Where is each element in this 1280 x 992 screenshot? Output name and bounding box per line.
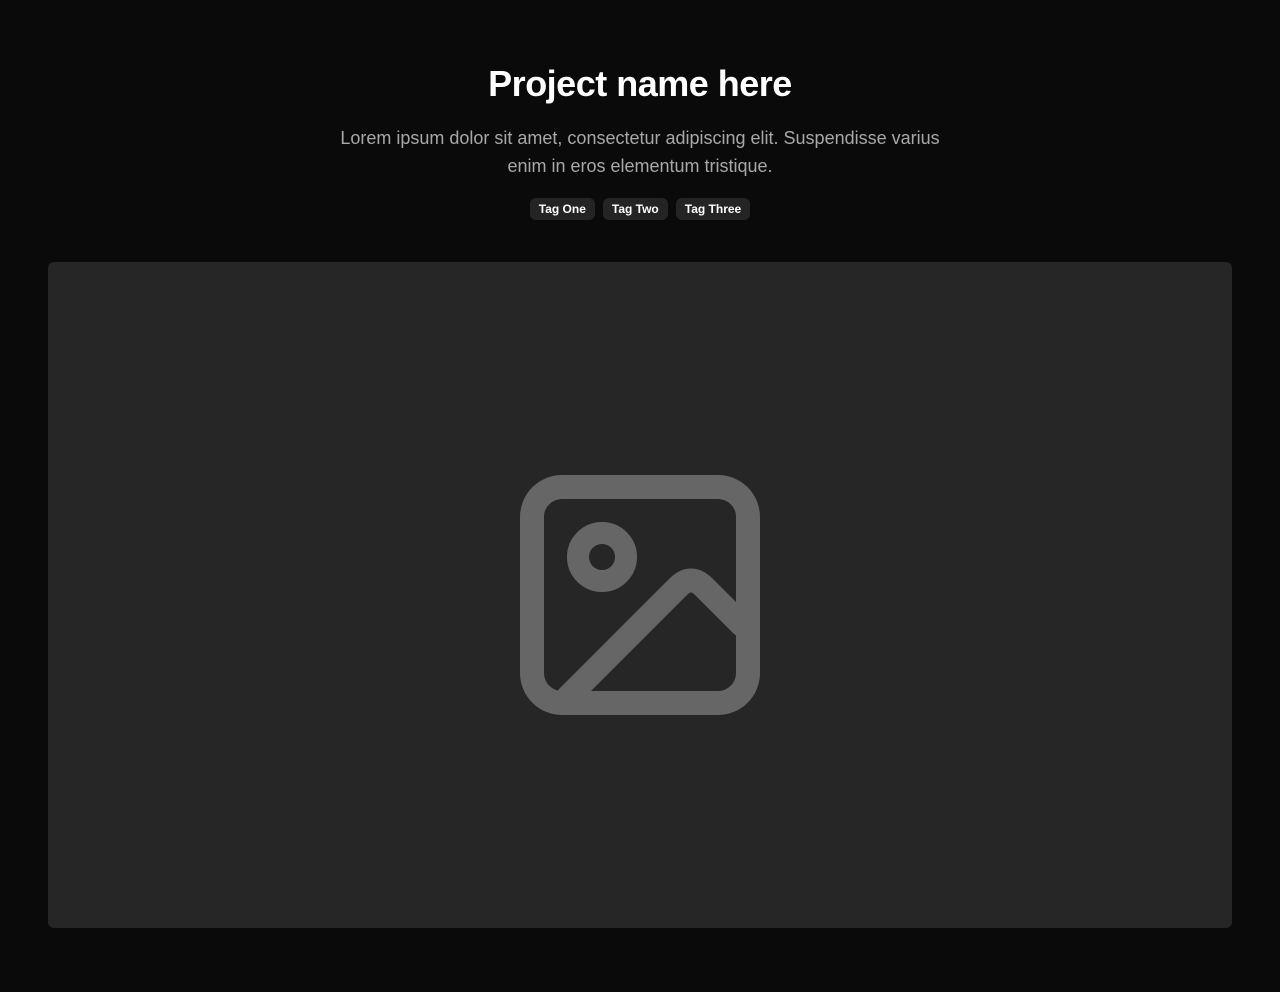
tag-list: Tag One Tag Two Tag Three <box>0 198 1280 220</box>
project-header: Project name here Lorem ipsum dolor sit … <box>0 62 1280 220</box>
project-image-placeholder <box>48 262 1232 928</box>
project-page: Project name here Lorem ipsum dolor sit … <box>0 0 1280 992</box>
image-placeholder-icon <box>520 475 760 715</box>
tag-one[interactable]: Tag One <box>529 198 595 220</box>
tag-two[interactable]: Tag Two <box>602 198 668 220</box>
tag-three[interactable]: Tag Three <box>675 198 751 220</box>
project-description: Lorem ipsum dolor sit amet, consectetur … <box>340 128 940 176</box>
project-title: Project name here <box>488 63 792 104</box>
